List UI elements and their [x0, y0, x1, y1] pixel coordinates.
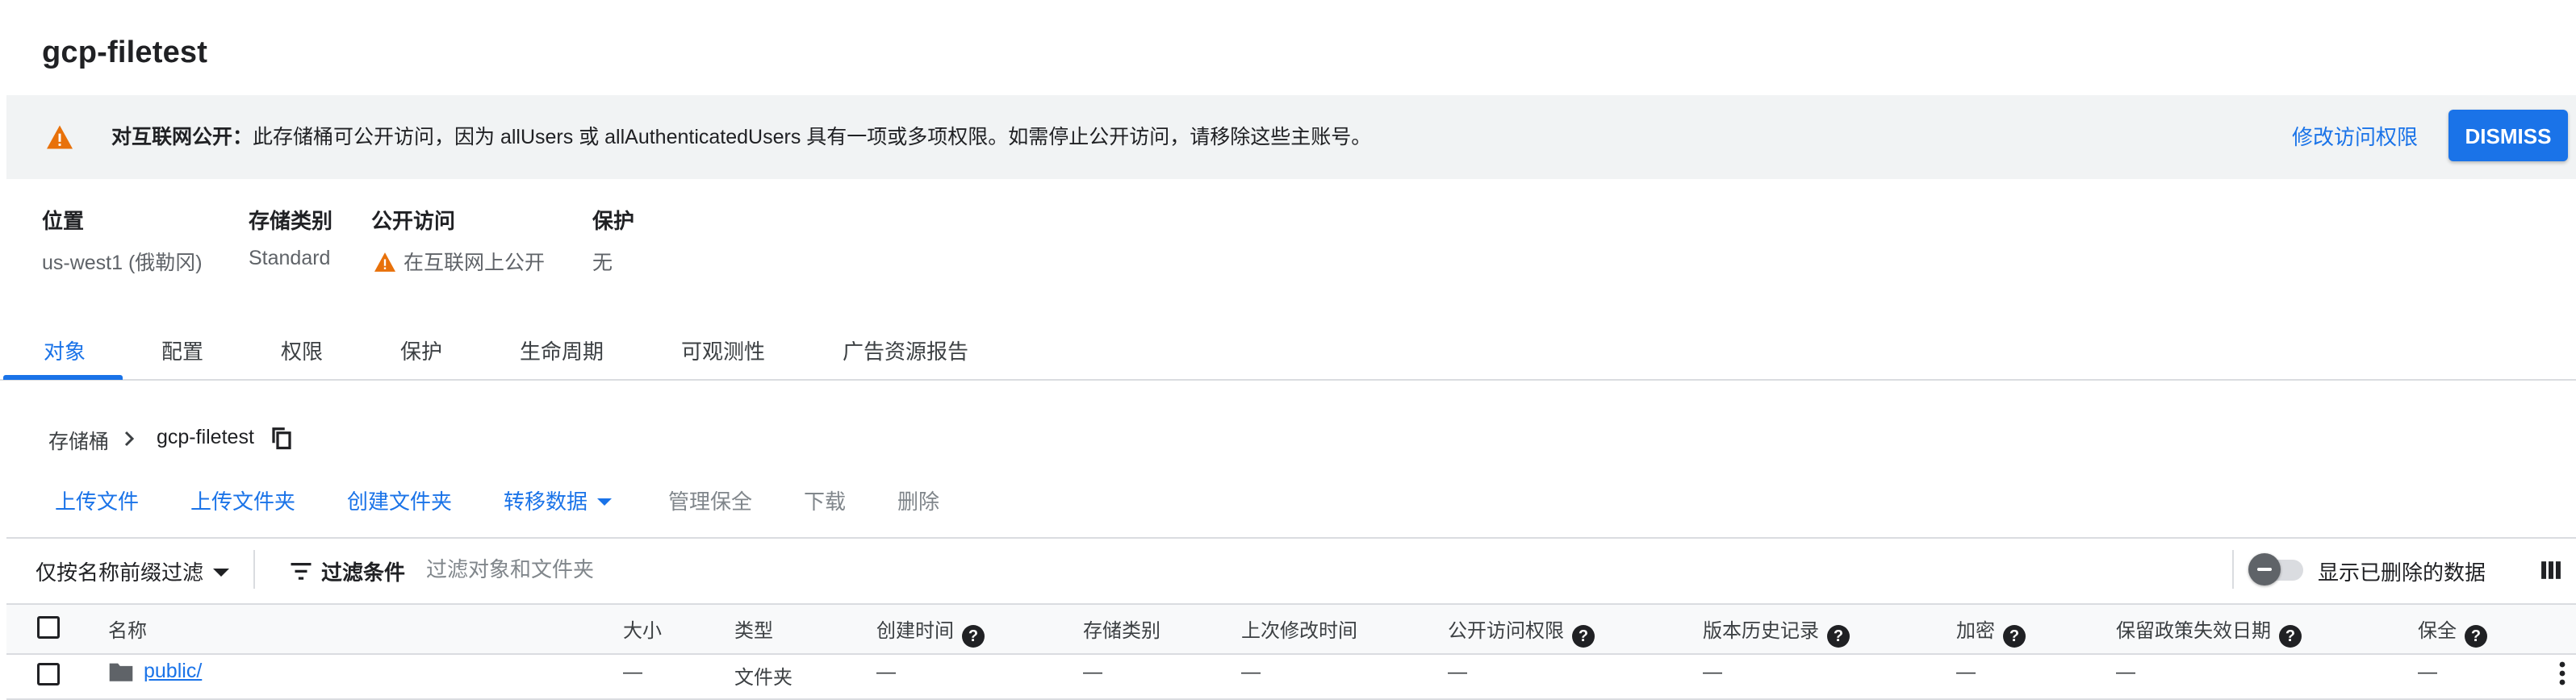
cell-retention-expiry: —	[2116, 661, 2135, 683]
more-vert-icon[interactable]	[2558, 661, 2566, 685]
cell-hold: —	[2418, 661, 2437, 683]
header-created-label: 创建时间	[876, 620, 954, 642]
help-icon[interactable]: ?	[2003, 625, 2026, 648]
upload-files-button[interactable]: 上传文件	[55, 485, 139, 515]
help-icon[interactable]: ?	[1572, 625, 1595, 648]
public-access-label: 公开访问	[371, 209, 456, 233]
banner-text: 此存储桶可公开访问，因为 allUsers 或 allAuthenticated…	[253, 126, 1372, 148]
download-button[interactable]: 下载	[804, 485, 846, 515]
header-encryption[interactable]: 加密?	[1956, 615, 2026, 648]
select-all-checkbox[interactable]	[37, 616, 60, 639]
location-label: 位置	[42, 209, 85, 233]
warning-triangle-icon	[47, 125, 73, 149]
show-deleted-toggle[interactable]	[2248, 553, 2306, 585]
tab-lifecycle[interactable]: 生命周期	[520, 335, 604, 365]
toggle-separator	[2232, 550, 2234, 589]
dismiss-button[interactable]: DISMISS	[2448, 110, 2568, 161]
header-hold-label: 保全	[2418, 620, 2457, 642]
table-row	[6, 652, 2576, 700]
tabs-divider	[0, 379, 2576, 381]
filter-bar-divider	[6, 537, 2576, 539]
location-value: us-west1 (俄勒冈)	[42, 252, 203, 274]
warning-triangle-icon	[374, 252, 395, 272]
chevron-right-icon	[124, 431, 135, 447]
tab-protection[interactable]: 保护	[400, 335, 442, 365]
cell-public-access: —	[1448, 661, 1467, 683]
active-tab-indicator	[3, 375, 123, 380]
header-retention-expiry[interactable]: 保留政策失效日期?	[2116, 615, 2302, 648]
filter-label: 过滤条件	[321, 560, 406, 585]
public-access-banner: 对互联网公开：此存储桶可公开访问，因为 allUsers 或 allAuthen…	[6, 95, 2576, 179]
header-encryption-label: 加密	[1956, 620, 1995, 642]
prefix-filter-label: 仅按名称前缀过滤	[36, 560, 204, 585]
header-version-history-label: 版本历史记录	[1703, 620, 1819, 642]
tab-observability[interactable]: 可观测性	[681, 335, 765, 365]
help-icon[interactable]: ?	[962, 625, 985, 648]
filter-separator	[253, 550, 255, 589]
cell-encryption: —	[1956, 661, 1976, 683]
header-last-modified[interactable]: 上次修改时间	[1241, 615, 1357, 643]
help-icon[interactable]: ?	[2465, 625, 2487, 648]
breadcrumb-buckets[interactable]: 存储桶	[48, 426, 109, 455]
public-access-value: 在互联网上公开	[373, 247, 545, 276]
header-name[interactable]: 名称	[108, 615, 147, 643]
filter-icon	[291, 563, 312, 580]
cell-storage-class: —	[1083, 661, 1102, 683]
create-folder-button[interactable]: 创建文件夹	[347, 485, 452, 515]
show-deleted-label: 显示已删除的数据	[2318, 560, 2486, 585]
caret-down-icon	[213, 569, 230, 577]
header-hold[interactable]: 保全?	[2418, 615, 2487, 648]
storage-class-value: Standard	[249, 247, 331, 269]
edit-access-link[interactable]: 修改访问权限	[2292, 123, 2418, 152]
transfer-data-label: 转移数据	[504, 490, 588, 514]
cell-last-modified: —	[1241, 661, 1261, 683]
row-checkbox[interactable]	[37, 663, 60, 685]
copy-icon[interactable]	[270, 426, 294, 450]
folder-icon	[109, 663, 133, 681]
header-created[interactable]: 创建时间?	[876, 615, 985, 648]
cell-type: 文件夹	[734, 667, 792, 689]
storage-class-label: 存储类别	[249, 209, 333, 233]
tab-inventory-reports[interactable]: 广告资源报告	[843, 335, 968, 365]
header-version-history[interactable]: 版本历史记录?	[1703, 615, 1850, 648]
help-icon[interactable]: ?	[2279, 625, 2302, 648]
filter-input[interactable]	[426, 552, 991, 587]
caret-down-icon	[597, 498, 613, 506]
cell-created: —	[876, 661, 896, 683]
protection-value: 无	[592, 252, 613, 274]
public-access-text: 在互联网上公开	[404, 252, 546, 274]
upload-folder-button[interactable]: 上传文件夹	[190, 485, 295, 515]
toggle-knob	[2248, 553, 2281, 585]
delete-button[interactable]: 删除	[897, 485, 939, 515]
header-storage-class[interactable]: 存储类别	[1083, 615, 1160, 643]
tab-objects[interactable]: 对象	[44, 335, 86, 365]
banner-message: 对互联网公开：此存储桶可公开访问，因为 allUsers 或 allAuthen…	[111, 123, 1371, 152]
tab-permissions[interactable]: 权限	[281, 335, 323, 365]
cell-version-history: —	[1703, 661, 1722, 683]
object-name-link[interactable]: public/	[144, 660, 202, 683]
header-type[interactable]: 类型	[734, 615, 773, 643]
breadcrumb-current: gcp-filetest	[157, 426, 254, 448]
transfer-data-button[interactable]: 转移数据	[504, 485, 613, 515]
page-title: gcp-filetest	[42, 35, 208, 69]
header-size[interactable]: 大小	[623, 615, 662, 643]
header-retention-expiry-label: 保留政策失效日期	[2116, 620, 2271, 642]
tab-configuration[interactable]: 配置	[161, 335, 203, 365]
prefix-filter-dropdown[interactable]: 仅按名称前缀过滤	[36, 556, 230, 586]
header-public-access-label: 公开访问权限	[1448, 620, 1564, 642]
banner-title: 对互联网公开：	[111, 126, 253, 148]
cell-size: —	[623, 661, 642, 683]
help-icon[interactable]: ?	[1827, 625, 1850, 648]
manage-holds-button[interactable]: 管理保全	[668, 485, 752, 515]
column-display-icon[interactable]	[2540, 560, 2561, 581]
protection-label: 保护	[592, 209, 635, 233]
header-public-access[interactable]: 公开访问权限?	[1448, 615, 1595, 648]
